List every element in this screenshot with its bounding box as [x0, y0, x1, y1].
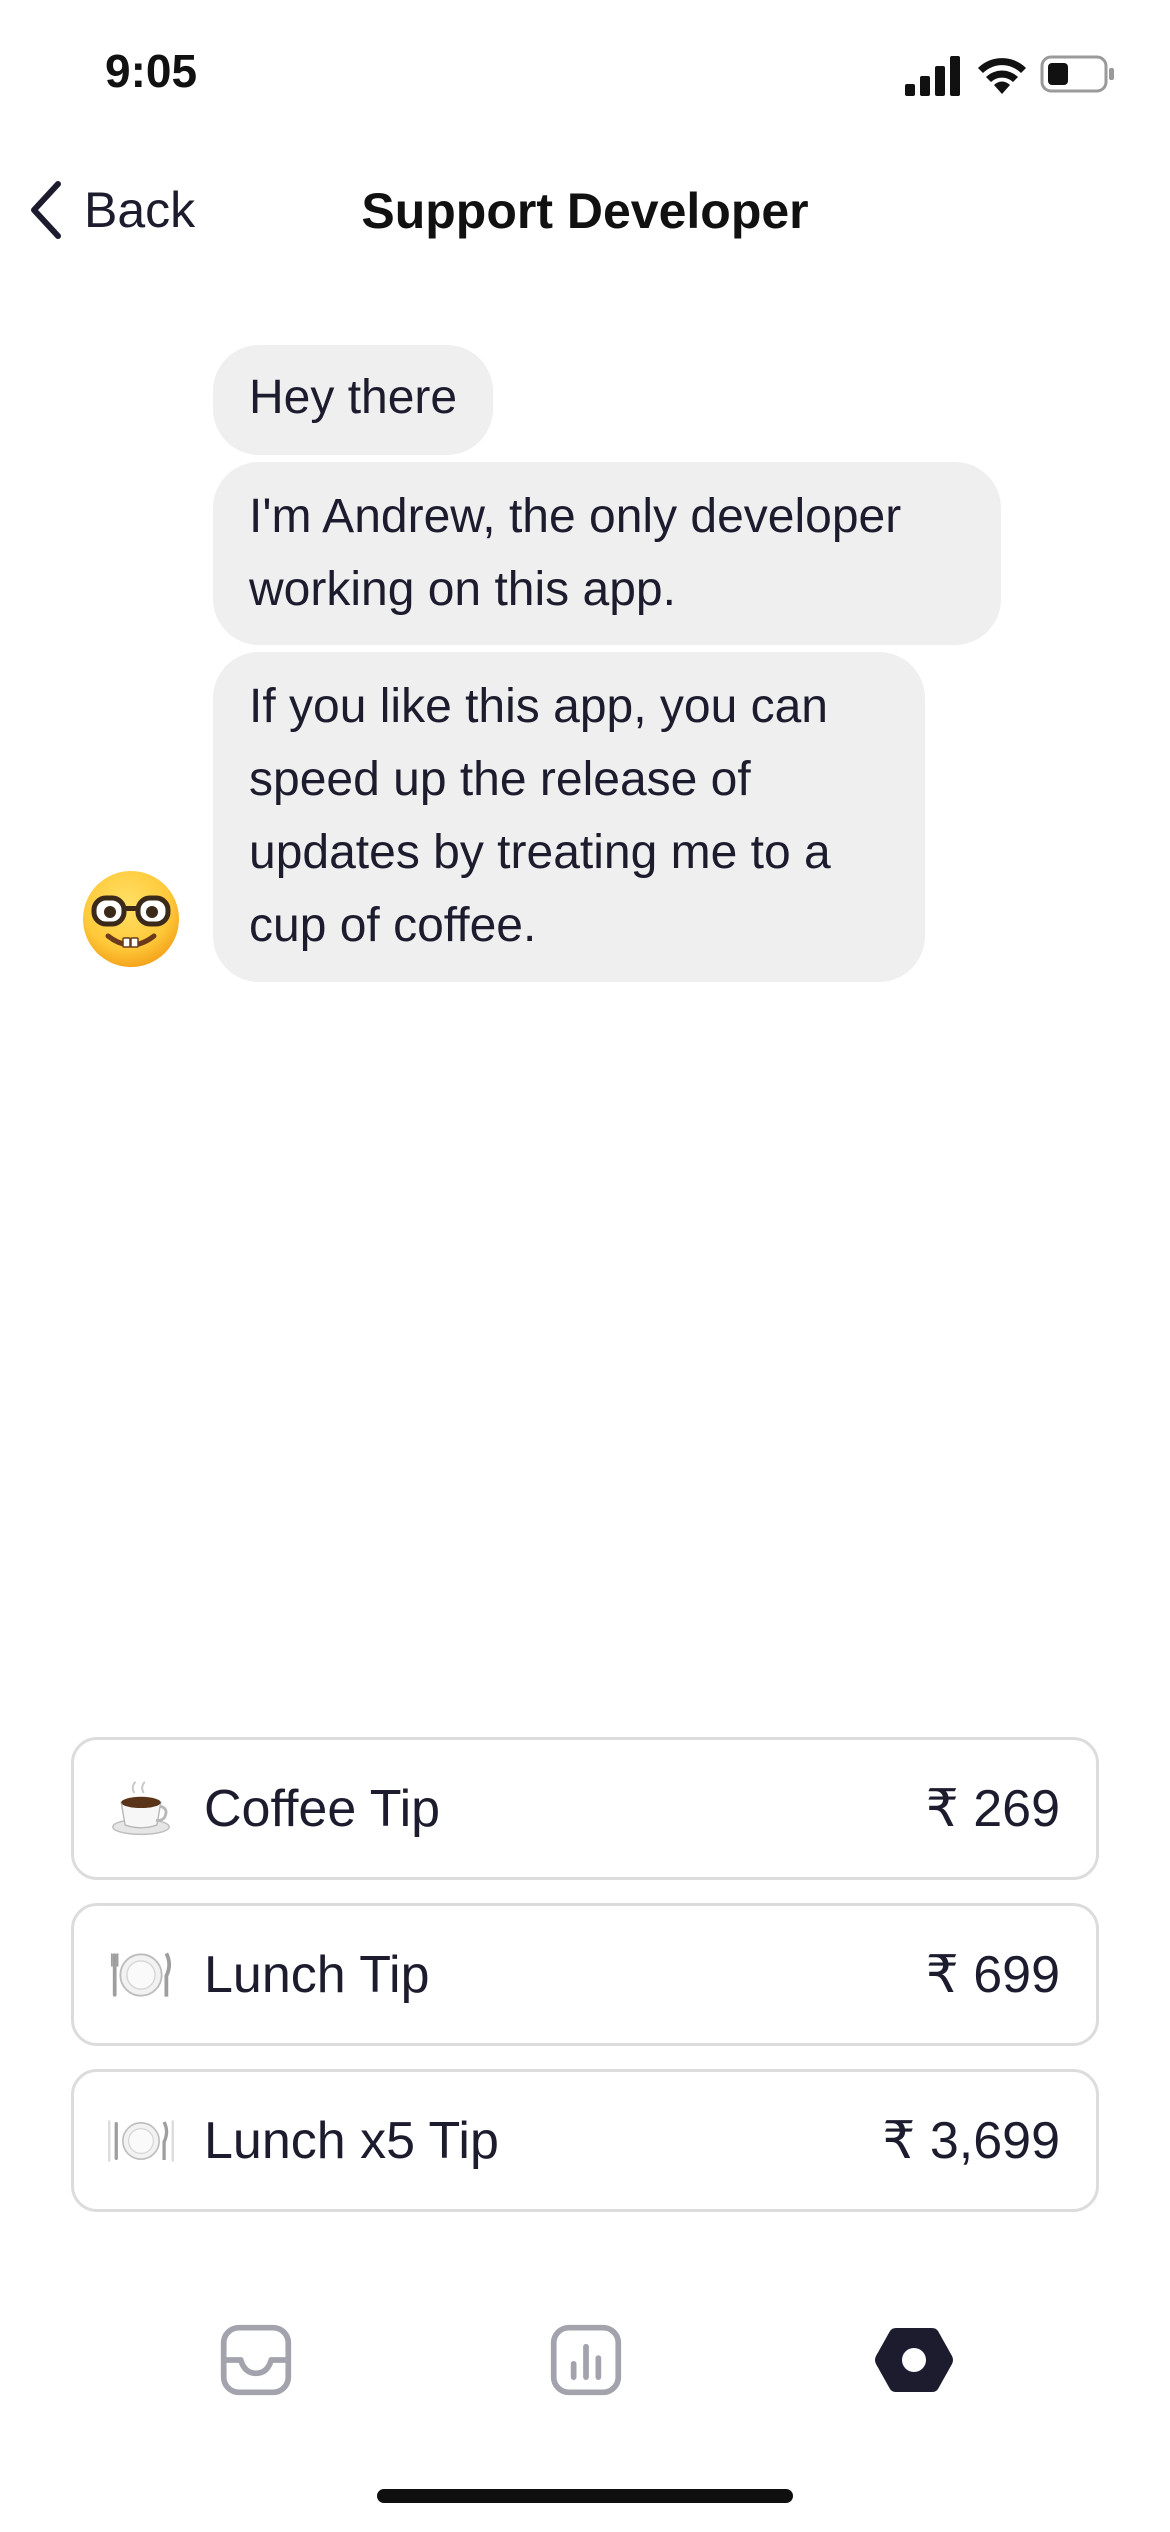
cellular-signal-icon [905, 56, 960, 96]
plate-cutlery-icon [108, 1942, 174, 2008]
inbox-tray-icon [220, 2324, 292, 2396]
tip-price: ₹ 269 [925, 1779, 1060, 1838]
battery-icon [1040, 55, 1114, 93]
tip-label: Lunch Tip [204, 1945, 430, 2004]
bar-chart-icon [550, 2324, 622, 2396]
wifi-icon [978, 58, 1026, 94]
coffee-cup-icon [108, 1776, 174, 1842]
status-time: 9:05 [105, 45, 198, 97]
tab-settings[interactable] [874, 2320, 954, 2400]
lunch-x5-tip-button[interactable]: Lunch x5 Tip ₹ 3,699 [71, 2069, 1099, 2212]
nerd-face-avatar [83, 871, 179, 967]
tip-price: ₹ 3,699 [882, 2111, 1060, 2170]
page-title: Support Developer [361, 183, 809, 239]
chat-bubble: If you like this app, you can speed up t… [213, 652, 925, 982]
tab-statistics[interactable] [546, 2320, 626, 2400]
tip-price: ₹ 699 [925, 1945, 1060, 2004]
tip-label: Coffee Tip [204, 1779, 441, 1838]
tip-label: Lunch x5 Tip [204, 2111, 499, 2170]
plate-cutlery-stack-icon [108, 2108, 174, 2174]
tab-inbox[interactable] [216, 2320, 296, 2400]
navigation-bar: Back Support Developer [0, 160, 1170, 260]
chat-bubble: I'm Andrew, the only developer working o… [213, 462, 1001, 645]
status-bar: 9:05 [0, 0, 1170, 150]
coffee-tip-button[interactable]: Coffee Tip ₹ 269 [71, 1737, 1099, 1880]
home-indicator[interactable] [377, 2489, 793, 2503]
support-developer-screen: 9:05 Back Support Developer Hey there I'… [0, 0, 1170, 2532]
settings-hexagon-icon [875, 2328, 953, 2392]
chat-bubble: Hey there [213, 345, 494, 455]
lunch-tip-button[interactable]: Lunch Tip ₹ 699 [71, 1903, 1099, 2046]
